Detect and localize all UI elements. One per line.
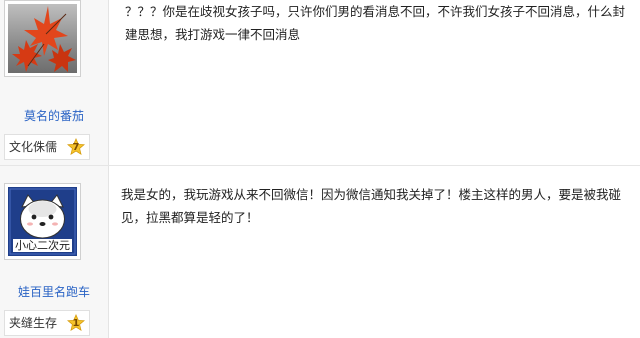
cartoon-dog-icon: 小心二次元 bbox=[8, 187, 77, 256]
username-link[interactable]: 莫名的番茄 bbox=[0, 107, 108, 124]
avatar[interactable]: 小心二次元 bbox=[4, 183, 81, 260]
rank-title: 夹缝生存 bbox=[9, 316, 58, 330]
user-rank-badge: 夹缝生存 1 bbox=[4, 310, 90, 336]
username-link[interactable]: 娃百里名跑车 bbox=[0, 283, 108, 300]
user-rank-badge: 文化侏儒 7 bbox=[4, 134, 90, 160]
avatar-caption: 小心二次元 bbox=[13, 239, 72, 252]
avatar[interactable] bbox=[4, 0, 81, 77]
author-sidebar: 小心二次元 娃百里名跑车 夹缝生存 1 bbox=[0, 166, 109, 338]
reply-thread: 莫名的番茄 文化侏儒 7 ？？？你是在歧视女孩子吗，只许你们男的看消息不回，不许… bbox=[0, 0, 640, 338]
post-content: 我是女的，我玩游戏从来不回微信！因为微信通知我关掉了！楼主这样的男人，要是被我碰… bbox=[109, 166, 640, 338]
reply-post: 莫名的番茄 文化侏儒 7 ？？？你是在歧视女孩子吗，只许你们男的看消息不回，不许… bbox=[0, 0, 640, 166]
post-text: 我是女的，我玩游戏从来不回微信！因为微信通知我关掉了！楼主这样的男人，要是被我碰… bbox=[121, 187, 622, 225]
rank-level-number: 1 bbox=[72, 318, 80, 329]
reply-post: 小心二次元 娃百里名跑车 夹缝生存 1 我是女的，我玩游戏从来不回微信！因为微信… bbox=[0, 166, 640, 338]
rank-level-number: 7 bbox=[72, 142, 80, 153]
red-maple-leaves-icon bbox=[8, 4, 77, 73]
author-sidebar: 莫名的番茄 文化侏儒 7 bbox=[0, 0, 109, 166]
rank-title: 文化侏儒 bbox=[9, 140, 58, 154]
post-text: ？？？你是在歧视女孩子吗，只许你们男的看消息不回，不许我们女孩子不回消息，什么封… bbox=[125, 4, 626, 42]
post-content: ？？？你是在歧视女孩子吗，只许你们男的看消息不回，不许我们女孩子不回消息，什么封… bbox=[109, 0, 640, 166]
